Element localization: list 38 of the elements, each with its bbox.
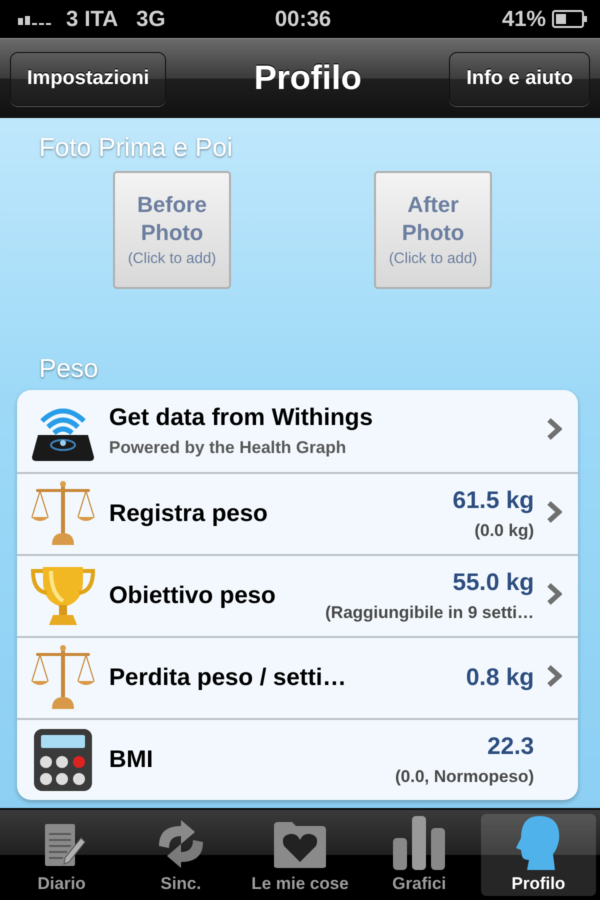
weight-row[interactable]: Registra peso 61.5 kg (0.0 kg) [17,472,578,554]
battery-percent: 41% [502,6,546,32]
tab[interactable]: Grafici [362,814,477,896]
section-heading: Foto Prima e Poi [39,132,234,163]
row-title: Registra peso [109,500,269,528]
row-subtitle: Powered by the Health Graph [109,438,348,458]
weight-row[interactable]: Perdita peso / setti… 0.8 kg [17,636,578,718]
weight-row[interactable]: BMI 22.3 (0.0, Normopeso) [17,718,578,800]
battery-icon [552,10,588,28]
row-value: 55.0 kg [452,569,534,597]
bar-chart-icon [391,814,448,870]
tab[interactable]: Le mie cose [242,814,358,896]
row-value: 61.5 kg [452,487,534,515]
screen-title: Profilo [254,59,362,98]
row-note: (0.0, Normopeso) [395,767,534,787]
settings-button[interactable]: Impostazioni [10,52,166,106]
heart-folder-icon [272,820,328,870]
info-button[interactable]: Info e aiuto [449,52,590,106]
clock-time: 00:36 [274,6,332,31]
balance-scale-icon [30,481,96,547]
calculator-icon [33,728,93,792]
tab[interactable]: Profilo [480,814,596,896]
tab[interactable]: Diario [4,814,120,896]
network-type: 3G [136,6,166,32]
carrier-name: 3 ITA [66,6,118,32]
weight-row[interactable]: Get data from Withings Powered by the Health Graph [17,390,578,472]
row-note: (Raggiungibile in 9 setti… [325,603,534,623]
weight-row[interactable]: Obiettivo peso 55.0 kg (Raggiungibile in 9 setti… [17,554,578,636]
row-value: 0.8 kg [466,664,534,692]
row-title: Obiettivo peso [109,582,277,610]
tab[interactable]: Sinc. [123,814,238,896]
row-title: Perdita peso / setti… [109,664,348,692]
row-title: BMI [109,746,154,774]
row-title: Get data from Withings [109,404,374,432]
row-note: (0.0 kg) [474,521,534,541]
balance-scale-icon [30,645,96,711]
section-heading: Peso [39,353,100,384]
row-value: 22.3 [487,733,534,761]
